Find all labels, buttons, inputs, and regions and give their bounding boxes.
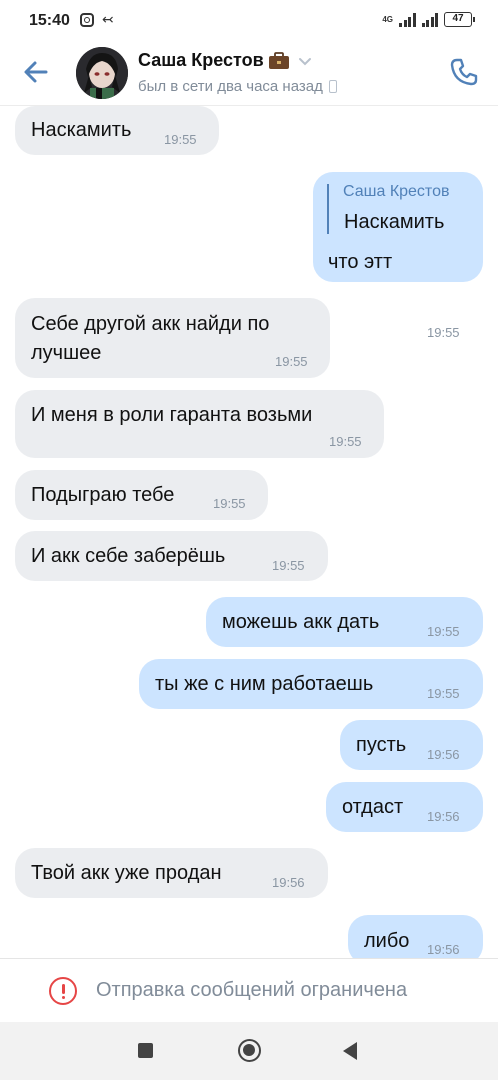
signal-icon-2 [421, 12, 438, 27]
mobile-phone-icon [328, 80, 337, 93]
status-bar: 15:40 ↢ 4G 47 [0, 0, 498, 44]
contact-name: Саша Крестов [138, 50, 264, 70]
message-time: 19:55 [427, 624, 460, 639]
message-bubble-incoming[interactable]: Твой акк уже продан 19:56 [15, 848, 328, 898]
contact-status: был в сети два часа назад [138, 78, 337, 95]
message-bubble-incoming[interactable]: Наскамить 19:55 [15, 106, 219, 155]
system-navigation-bar [0, 1022, 498, 1080]
briefcase-icon [268, 51, 289, 69]
message-bubble-outgoing-reply[interactable]: Саша Крестов Наскамить что этт 19:55 [313, 172, 483, 340]
instagram-icon [80, 13, 94, 27]
message-time: 19:55 [427, 325, 460, 340]
message-text: пусть [356, 734, 407, 756]
avatar-image-icon [76, 47, 128, 99]
last-seen-text: был в сети два часа назад [138, 78, 323, 95]
recent-apps-icon[interactable] [138, 1043, 153, 1058]
message-time: 19:56 [272, 875, 305, 890]
message-bubble-incoming[interactable]: Подыграю тебе 19:55 [15, 470, 268, 520]
restriction-text: Отправка сообщений ограничена [96, 979, 408, 1001]
message-list[interactable]: Наскамить 19:55 Саша Крестов Наскамить ч… [0, 106, 498, 958]
notification-icon: ↢ [102, 11, 114, 27]
message-text: что этт [328, 251, 393, 273]
home-icon[interactable] [238, 1039, 261, 1062]
reply-quote-text: Наскамить [344, 211, 445, 233]
message-text: И акк себе заберёшь [31, 545, 226, 567]
message-time: 19:55 [329, 434, 362, 449]
message-bubble-outgoing[interactable]: пусть 19:56 [340, 720, 483, 770]
message-time: 19:55 [213, 496, 246, 511]
message-bubble-incoming[interactable]: И меня в роли гаранта возьми 19:55 [15, 390, 384, 458]
chat-header: Саша Крестов был в сети два часа назад [0, 44, 498, 106]
chevron-down-icon [298, 57, 311, 65]
signal-icon [399, 12, 416, 27]
message-text: либо [364, 930, 410, 952]
message-time: 19:55 [272, 558, 305, 573]
message-time: 19:56 [427, 942, 460, 957]
message-text: Себе другой акк найди по [31, 313, 270, 335]
message-time: 19:56 [427, 747, 460, 762]
message-text: отдаст [342, 796, 404, 818]
message-text-line-2: лучшее [31, 342, 102, 364]
warning-icon [49, 977, 77, 1005]
message-time: 19:56 [427, 809, 460, 824]
message-bubble-incoming[interactable]: Себе другой акк найди по лучшее 19:55 [15, 298, 330, 378]
message-text: Наскамить [31, 119, 132, 141]
reply-author: Саша Крестов [343, 183, 450, 200]
back-icon[interactable] [343, 1042, 357, 1060]
message-time: 19:55 [427, 686, 460, 701]
phone-call-icon[interactable] [448, 56, 480, 88]
message-text: И меня в роли гаранта возьми [31, 404, 313, 426]
message-bubble-incoming[interactable]: И акк себе заберёшь 19:55 [15, 531, 328, 581]
message-bubble-outgoing[interactable]: можешь акк дать 19:55 [206, 597, 483, 647]
message-text: ты же с ним работаешь [155, 673, 374, 695]
avatar[interactable] [76, 47, 128, 99]
message-bubble-outgoing[interactable]: отдаст 19:56 [326, 782, 483, 832]
reply-quote-bar [327, 184, 329, 234]
message-bubble-outgoing[interactable]: ты же с ним работаешь 19:55 [139, 659, 483, 709]
message-text: можешь акк дать [222, 611, 380, 633]
message-bubble-outgoing[interactable]: либо 19:56 [348, 915, 483, 958]
message-text: Твой акк уже продан [31, 862, 222, 884]
clock: 15:40 [29, 12, 70, 29]
message-time: 19:55 [275, 354, 308, 369]
message-time: 19:55 [164, 132, 197, 147]
back-arrow-icon[interactable] [20, 56, 52, 88]
battery-icon: 47 [444, 12, 475, 27]
messaging-restricted-bar: Отправка сообщений ограничена [0, 958, 498, 1022]
network-type: 4G [382, 14, 393, 24]
status-icons: 4G 47 [382, 12, 475, 27]
contact-name-row[interactable]: Саша Крестов [138, 50, 312, 71]
message-text: Подыграю тебе [31, 484, 175, 506]
